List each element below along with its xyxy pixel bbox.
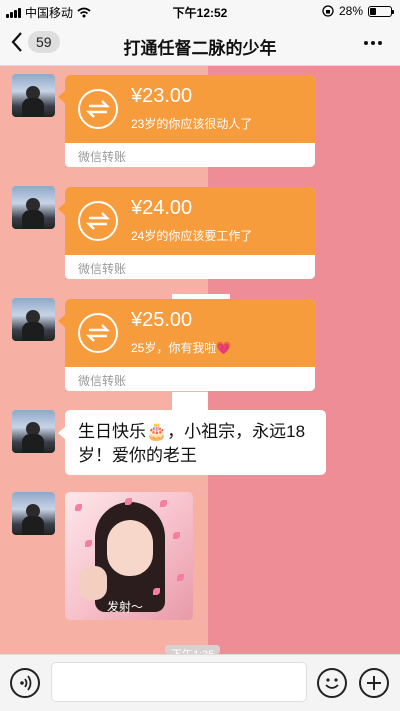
- text-message[interactable]: 生日快乐🎂，小祖宗，永远18 岁！爱你的老王: [65, 410, 326, 475]
- avatar[interactable]: [12, 298, 55, 341]
- transfer-card[interactable]: ¥23.00 23岁的你应该很动人了 微信转账: [65, 75, 315, 167]
- transfer-label: 微信转账: [65, 143, 315, 167]
- avatar[interactable]: [12, 410, 55, 453]
- nav-bar: 59 打通任督二脉的少年: [0, 22, 400, 66]
- input-bar: [0, 654, 400, 711]
- transfer-arrows-icon: [78, 313, 118, 353]
- transfer-amount: ¥23.00: [131, 85, 193, 107]
- time-divider: 下午1:35: [165, 645, 221, 654]
- transfer-card[interactable]: ¥24.00 24岁的你应该要工作了 微信转账: [65, 187, 315, 279]
- transfer-label: 微信转账: [65, 367, 315, 391]
- more-dots-icon[interactable]: [364, 41, 382, 45]
- text-message-line: 生日快乐🎂，小祖宗，永远18: [78, 422, 306, 441]
- transfer-note: 23岁的你应该很动人了: [131, 117, 253, 131]
- avatar[interactable]: [12, 186, 55, 229]
- avatar[interactable]: [12, 74, 55, 117]
- emoji-icon[interactable]: [317, 668, 347, 698]
- background-decoration: [172, 392, 208, 410]
- transfer-amount: ¥24.00: [131, 197, 193, 219]
- avatar[interactable]: [12, 492, 55, 535]
- photo-message[interactable]: 发射～: [65, 492, 193, 620]
- text-message-line: 岁！爱你的老王: [78, 446, 197, 465]
- transfer-card[interactable]: ¥25.00 25岁，你有我啦💗 微信转账: [65, 299, 315, 391]
- battery-percent: 28%: [338, 4, 363, 18]
- transfer-amount: ¥25.00: [131, 309, 193, 331]
- battery-icon: [368, 5, 394, 17]
- transfer-label: 微信转账: [65, 255, 315, 279]
- transfer-note: 24岁的你应该要工作了: [131, 229, 253, 243]
- plus-icon[interactable]: [359, 668, 389, 698]
- status-bar: 中国移动 下午12:52 28%: [0, 0, 400, 22]
- transfer-note: 25岁，你有我啦💗: [131, 341, 232, 355]
- transfer-arrows-icon: [78, 89, 118, 129]
- voice-icon[interactable]: [10, 668, 40, 698]
- photo-caption: 发射～: [107, 600, 144, 614]
- lock-rotation-icon: [322, 5, 334, 17]
- message-input[interactable]: [51, 662, 307, 702]
- transfer-arrows-icon: [78, 201, 118, 241]
- chat-title: 打通任督二脉的少年: [123, 39, 277, 58]
